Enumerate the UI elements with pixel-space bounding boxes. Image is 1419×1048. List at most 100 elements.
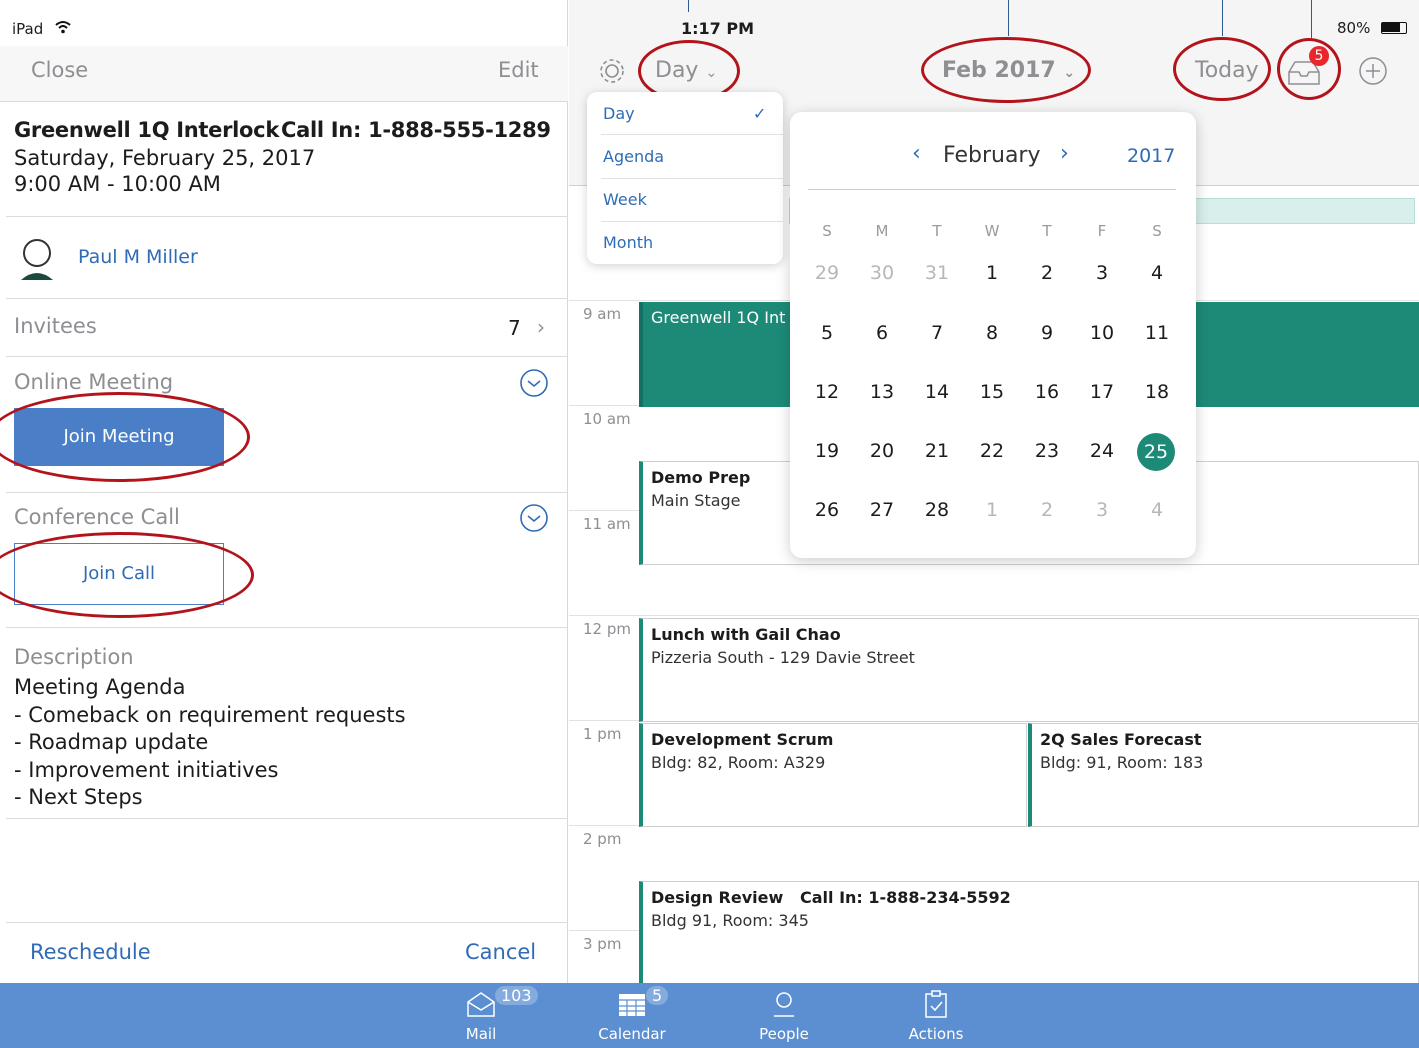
prev-month-icon[interactable]: ‹	[912, 141, 921, 166]
calendar-day[interactable]: 6	[862, 315, 902, 351]
calendar-day[interactable]: 15	[972, 374, 1012, 410]
tab-label: Actions	[908, 1025, 964, 1043]
tab-mail[interactable]: 103 Mail	[421, 983, 541, 1048]
next-month-icon[interactable]: ›	[1060, 141, 1069, 166]
description-line: - Next Steps	[14, 785, 143, 809]
calendar-day[interactable]: 24	[1082, 433, 1122, 469]
hour-label: 3 pm	[583, 935, 622, 953]
divider	[808, 189, 1176, 190]
view-menu-item-month[interactable]: Month	[603, 233, 653, 252]
chevron-right-icon: ›	[537, 315, 545, 339]
gear-icon[interactable]	[597, 56, 627, 86]
selected-day[interactable]: 25	[1137, 433, 1175, 471]
tab-calendar[interactable]: 5 Calendar	[572, 983, 692, 1048]
add-event-icon[interactable]	[1358, 56, 1388, 86]
divider	[6, 492, 568, 493]
hour-label: 12 pm	[583, 620, 631, 638]
calendar-day[interactable]: 17	[1082, 374, 1122, 410]
calendar-day[interactable]: 3	[1082, 255, 1122, 291]
tab-people[interactable]: People	[724, 983, 844, 1048]
calendar-day[interactable]: 14	[917, 374, 957, 410]
calendar-day[interactable]: 4	[1137, 255, 1177, 291]
calendar-day[interactable]: 19	[807, 433, 847, 469]
invitees-row[interactable]: Invitees 7 ›	[0, 300, 568, 356]
event-title: Development Scrum	[651, 730, 834, 749]
join-call-button[interactable]: Join Call	[14, 543, 224, 605]
close-button[interactable]: Close	[31, 58, 88, 82]
divider	[601, 178, 783, 179]
view-menu: Day ✓ Agenda Week Month	[587, 92, 783, 264]
today-button[interactable]: Today	[1195, 58, 1259, 83]
tab-label: People	[759, 1025, 809, 1043]
calendar-event[interactable]: Lunch with Gail Chao Pizzeria South - 12…	[639, 618, 1419, 722]
event-location: Bldg 91, Room: 345	[651, 911, 809, 930]
calendar-day[interactable]: 27	[862, 492, 902, 528]
weekday-label: F	[1097, 222, 1107, 240]
calendar-day[interactable]: 16	[1027, 374, 1067, 410]
picker-year[interactable]: 2017	[1127, 145, 1175, 167]
calendar-day[interactable]: 20	[862, 433, 902, 469]
event-location: Bldg: 82, Room: A329	[651, 753, 826, 772]
calendar-day[interactable]: 12	[807, 374, 847, 410]
organizer-name[interactable]: Paul M Miller	[78, 246, 198, 268]
calendar-day[interactable]: 11	[1137, 315, 1177, 351]
month-selector[interactable]: Feb 2017 ⌄	[942, 58, 1075, 83]
calendar-day[interactable]: 23	[1027, 433, 1067, 469]
calendar-day[interactable]: 13	[862, 374, 902, 410]
calendar-day[interactable]: 18	[1137, 374, 1177, 410]
calendar-day[interactable]: 2	[1027, 492, 1067, 528]
description-line: - Improvement initiatives	[14, 757, 279, 782]
join-meeting-button[interactable]: Join Meeting	[14, 408, 224, 466]
annotation-line	[1311, 0, 1312, 38]
calendar-day[interactable]: 22	[972, 433, 1012, 469]
calendar-day[interactable]: 7	[917, 315, 957, 351]
view-menu-item-agenda[interactable]: Agenda	[603, 147, 664, 166]
event-detail-panel: iPad Close Edit Greenwell 1Q Interlock C…	[0, 0, 568, 983]
calendar-event[interactable]: Development Scrum Bldg: 82, Room: A329	[639, 723, 1027, 827]
calendar-day[interactable]: 31	[917, 255, 957, 291]
calendar-day[interactable]: 29	[807, 255, 847, 291]
annotation-line	[688, 0, 689, 12]
view-menu-item-day[interactable]: Day	[603, 104, 635, 123]
calendar-day[interactable]: 8	[972, 315, 1012, 351]
hour-label: 9 am	[583, 305, 622, 323]
battery-percent: 80%	[1337, 19, 1371, 37]
description-line: - Roadmap update	[14, 730, 209, 754]
calendar-day[interactable]: 26	[807, 492, 847, 528]
mail-badge: 103	[495, 986, 538, 1005]
calendar-day[interactable]: 1	[972, 492, 1012, 528]
event-call-in: Call In: 1-888-555-1289	[281, 118, 551, 142]
view-selector[interactable]: Day ⌄	[655, 58, 717, 83]
calendar-day[interactable]: 9	[1027, 315, 1067, 351]
calendar-day[interactable]: 2	[1027, 255, 1067, 291]
calendar-day[interactable]: 30	[862, 255, 902, 291]
calendar-event[interactable]: 2Q Sales Forecast Bldg: 91, Room: 183	[1028, 723, 1419, 827]
tab-actions[interactable]: Actions	[876, 983, 996, 1048]
status-time: 1:17 PM	[681, 19, 755, 38]
event-date: Saturday, February 25, 2017	[14, 146, 316, 170]
annotation-line	[1008, 0, 1009, 36]
calendar-icon	[619, 994, 645, 1016]
chevron-down-icon: ⌄	[1063, 65, 1076, 81]
chevron-down-circle-icon[interactable]	[519, 368, 549, 398]
calendar-day[interactable]: 1	[972, 255, 1012, 291]
calendar-day[interactable]: 4	[1137, 492, 1177, 528]
calendar-day[interactable]: 10	[1082, 315, 1122, 351]
calendar-day[interactable]: 28	[917, 492, 957, 528]
event-title: Lunch with Gail Chao	[651, 625, 841, 644]
calendar-day[interactable]: 21	[917, 433, 957, 469]
divider	[6, 922, 568, 923]
reschedule-button[interactable]: Reschedule	[30, 940, 151, 964]
calendar-day[interactable]: 5	[807, 315, 847, 351]
weekday-label: T	[932, 222, 942, 240]
mail-icon	[467, 992, 495, 1017]
weekday-label: S	[1152, 222, 1162, 240]
chevron-down-circle-icon[interactable]	[519, 503, 549, 533]
month-picker: ‹ February › 2017 SMTWTFS 29 30 31 1 2 3 4 5 6 7 8…	[790, 112, 1196, 558]
cancel-button[interactable]: Cancel	[465, 940, 536, 964]
device-label: iPad	[12, 20, 44, 38]
edit-button[interactable]: Edit	[498, 58, 539, 82]
calendar-day[interactable]: 3	[1082, 492, 1122, 528]
calendar-event[interactable]: Design Review Call In: 1-888-234-5592 Bl…	[639, 881, 1419, 983]
view-menu-item-week[interactable]: Week	[603, 190, 647, 209]
